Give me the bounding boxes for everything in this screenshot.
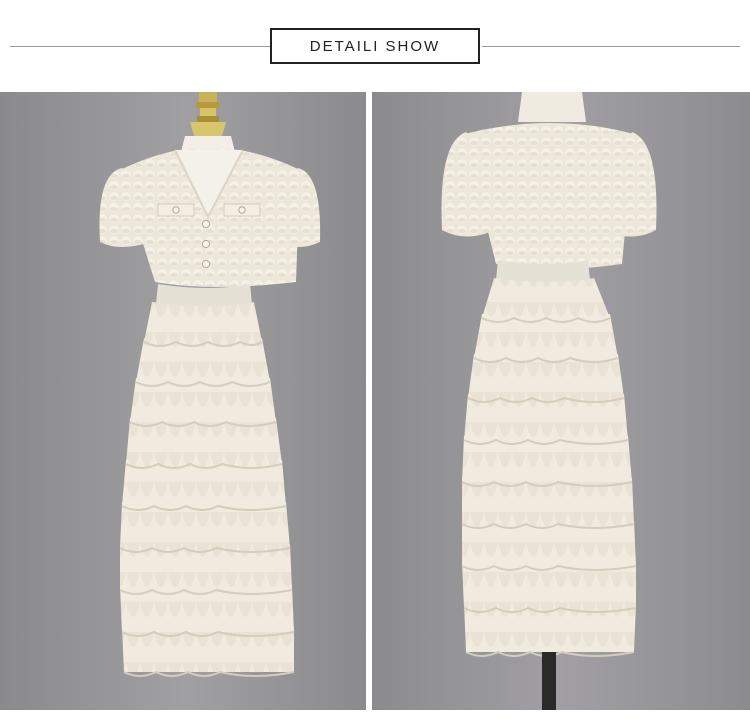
dress-front-photo — [0, 92, 366, 710]
back-ruffled-skirt — [461, 278, 637, 657]
section-title: DETAILI SHOW — [309, 37, 441, 55]
section-title-box: DETAILI SHOW — [270, 28, 480, 64]
header-rule-right — [482, 46, 740, 47]
dress-back-photo — [372, 92, 750, 710]
section-header: DETAILI SHOW — [0, 0, 750, 92]
dress-back-illustration — [372, 92, 750, 710]
dress-front-illustration — [0, 92, 366, 710]
header-rule-left — [10, 46, 270, 47]
